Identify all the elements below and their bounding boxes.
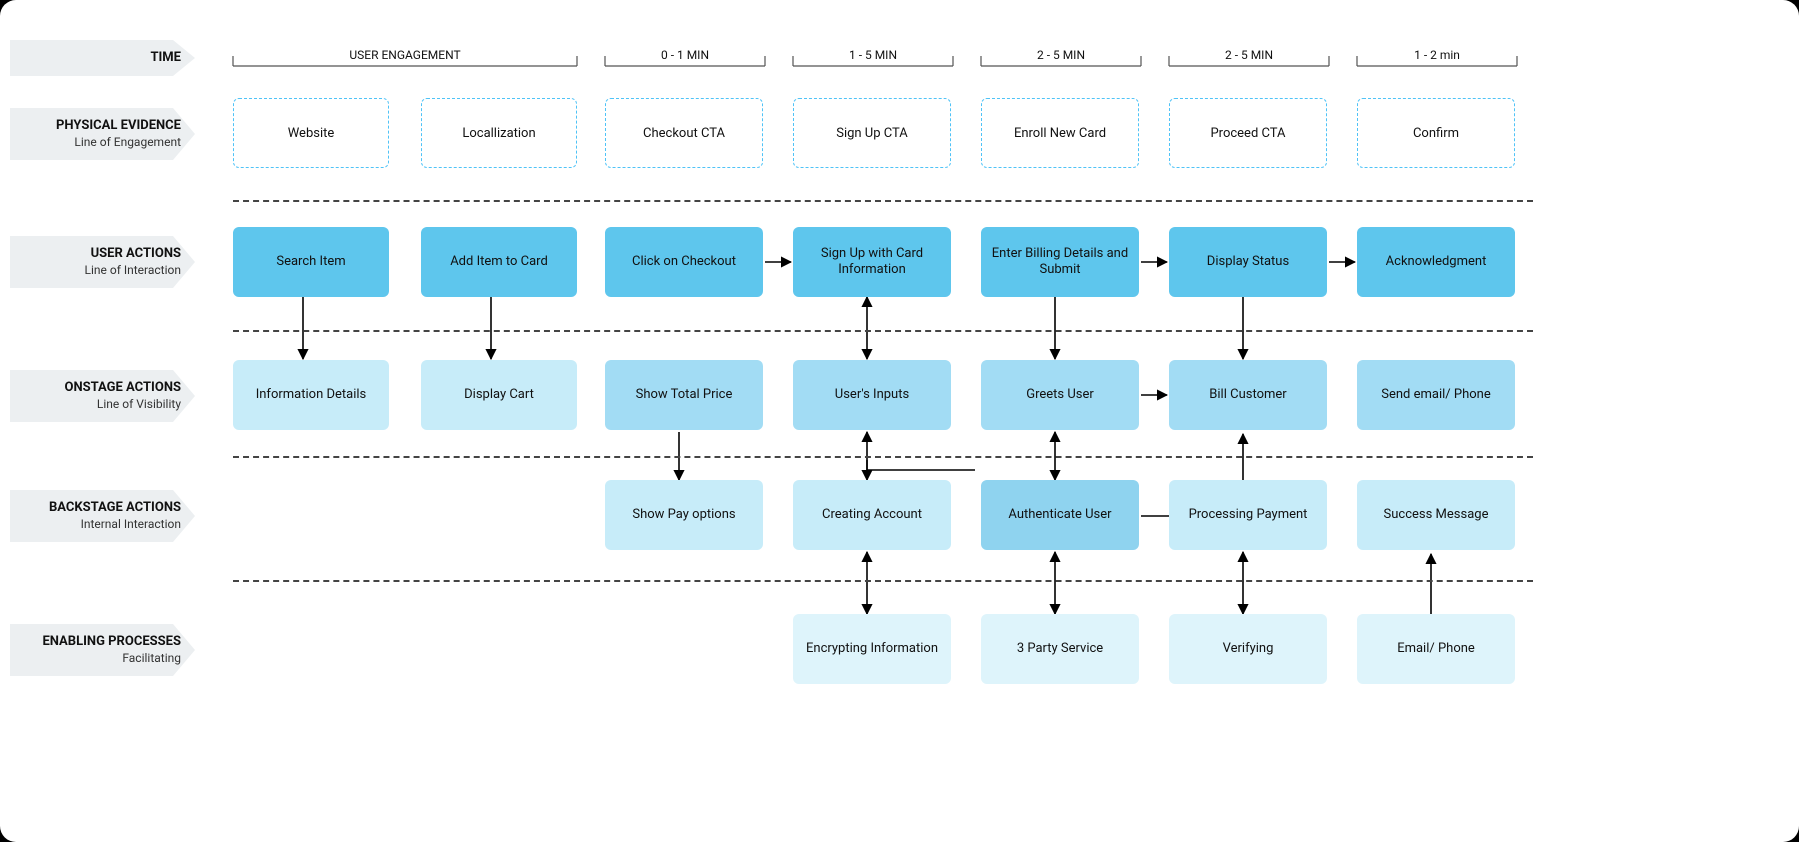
user-action-card: Add Item to Card xyxy=(421,227,577,297)
onstage-card: Bill Customer xyxy=(1169,360,1327,430)
row-sub: Internal Interaction xyxy=(81,517,181,532)
row-sub: Line of Interaction xyxy=(85,263,181,278)
backstage-card: Authenticate User xyxy=(981,480,1139,550)
onstage-card: Greets User xyxy=(981,360,1139,430)
enabling-card: Email/ Phone xyxy=(1357,614,1515,684)
enabling-card: Verifying xyxy=(1169,614,1327,684)
backstage-card: Creating Account xyxy=(793,480,951,550)
onstage-card: Information Details xyxy=(233,360,389,430)
row-label-user: USER ACTIONS Line of Interaction xyxy=(10,236,195,288)
row-label-onstage: ONSTAGE ACTIONS Line of Visibility xyxy=(10,370,195,422)
onstage-card: Send email/ Phone xyxy=(1357,360,1515,430)
row-title: TIME xyxy=(150,50,181,66)
evidence-card: Proceed CTA xyxy=(1169,98,1327,168)
divider xyxy=(233,330,1533,332)
row-title: ENABLING PROCESSES xyxy=(42,634,181,650)
row-title: USER ACTIONS xyxy=(91,246,181,262)
time-header: 2 - 5 MIN xyxy=(981,48,1141,62)
row-sub: Line of Engagement xyxy=(74,135,181,150)
backstage-card: Success Message xyxy=(1357,480,1515,550)
evidence-card: Locallization xyxy=(421,98,577,168)
onstage-card: Display Cart xyxy=(421,360,577,430)
user-action-card: Enter Billing Details and Submit xyxy=(981,227,1139,297)
service-blueprint-diagram: TIME PHYSICAL EVIDENCE Line of Engagemen… xyxy=(0,0,1799,842)
row-label-enabling: ENABLING PROCESSES Facilitating xyxy=(10,624,195,676)
user-action-card: Sign Up with Card Information xyxy=(793,227,951,297)
backstage-card: Processing Payment xyxy=(1169,480,1327,550)
divider xyxy=(233,456,1533,458)
enabling-card: Encrypting Information xyxy=(793,614,951,684)
time-header: 1 - 2 min xyxy=(1357,48,1517,62)
backstage-card: Show Pay options xyxy=(605,480,763,550)
divider xyxy=(233,200,1533,202)
user-action-card: Display Status xyxy=(1169,227,1327,297)
time-header: USER ENGAGEMENT xyxy=(233,48,577,62)
evidence-card: Enroll New Card xyxy=(981,98,1139,168)
user-action-card: Click on Checkout xyxy=(605,227,763,297)
row-label-evidence: PHYSICAL EVIDENCE Line of Engagement xyxy=(10,108,195,160)
evidence-card: Sign Up CTA xyxy=(793,98,951,168)
user-action-card: Search Item xyxy=(233,227,389,297)
row-sub: Line of Visibility xyxy=(97,397,181,412)
row-title: BACKSTAGE ACTIONS xyxy=(49,500,181,516)
evidence-card: Confirm xyxy=(1357,98,1515,168)
row-label-backstage: BACKSTAGE ACTIONS Internal Interaction xyxy=(10,490,195,542)
evidence-card: Website xyxy=(233,98,389,168)
divider xyxy=(233,580,1533,582)
onstage-card: User's Inputs xyxy=(793,360,951,430)
row-title: ONSTAGE ACTIONS xyxy=(65,380,181,396)
user-action-card: Acknowledgment xyxy=(1357,227,1515,297)
row-label-time: TIME xyxy=(10,40,195,76)
evidence-card: Checkout CTA xyxy=(605,98,763,168)
time-header: 2 - 5 MIN xyxy=(1169,48,1329,62)
row-title: PHYSICAL EVIDENCE xyxy=(56,118,181,134)
time-header: 1 - 5 MIN xyxy=(793,48,953,62)
time-header: 0 - 1 MIN xyxy=(605,48,765,62)
onstage-card: Show Total Price xyxy=(605,360,763,430)
enabling-card: 3 Party Service xyxy=(981,614,1139,684)
row-sub: Facilitating xyxy=(122,651,181,666)
